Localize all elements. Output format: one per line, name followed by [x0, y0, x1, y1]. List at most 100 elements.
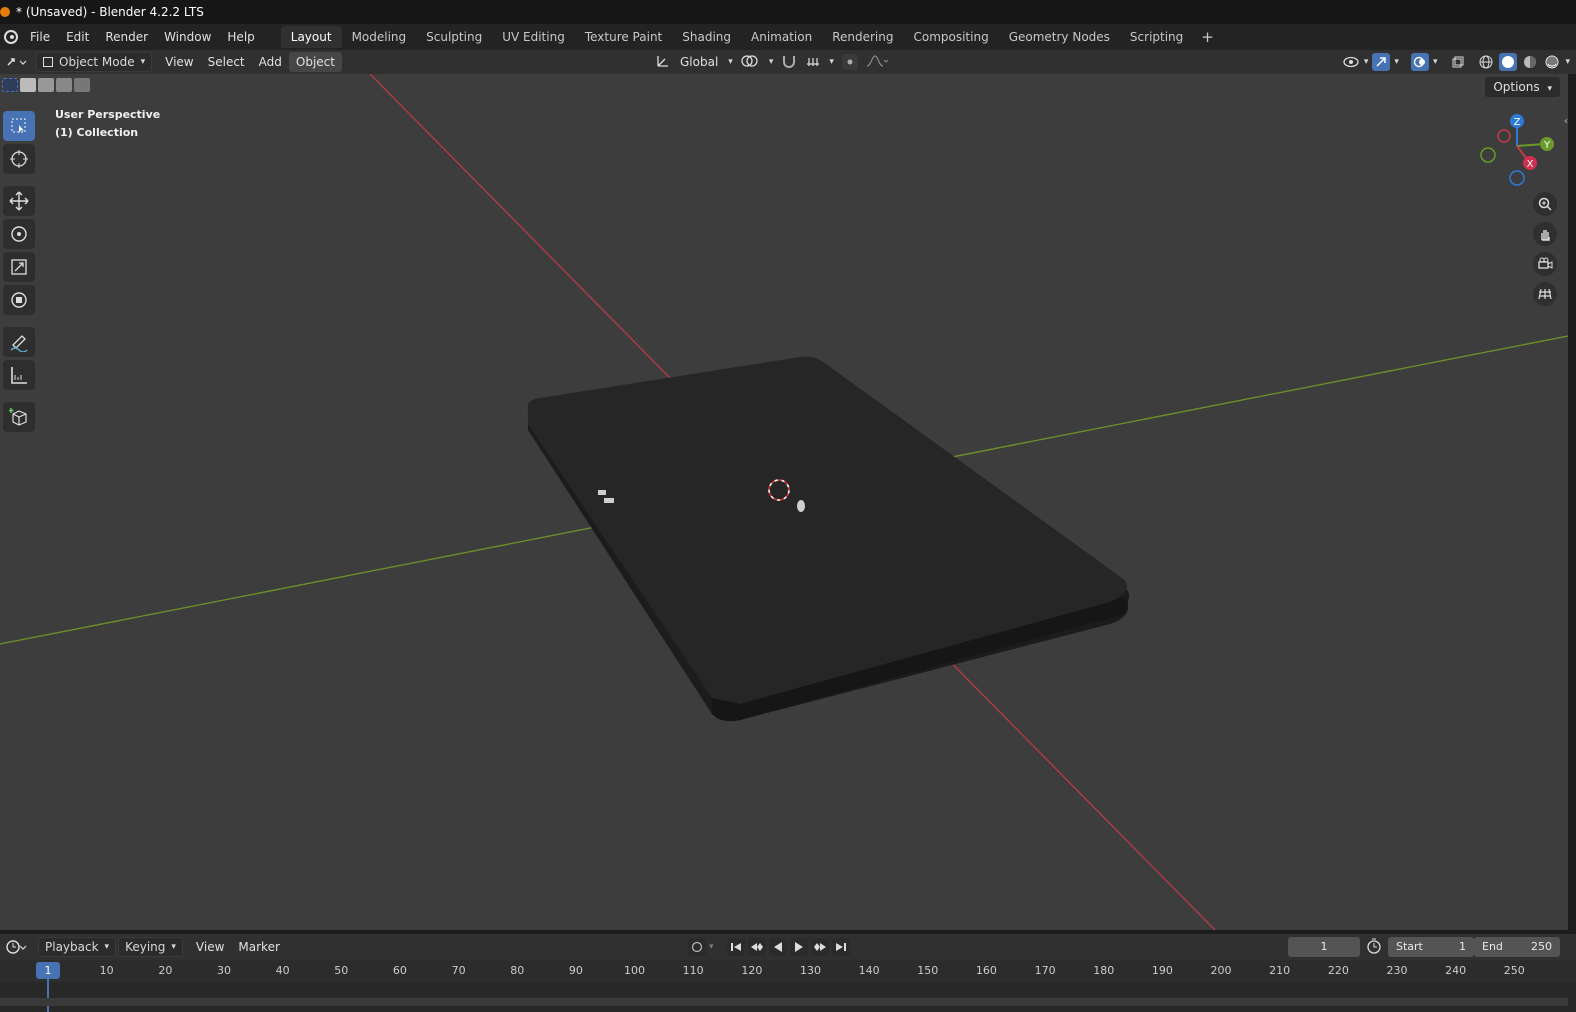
- next-keyframe-icon[interactable]: [810, 938, 829, 956]
- menu-render[interactable]: Render: [97, 26, 156, 48]
- options-dropdown[interactable]: Options ▾: [1485, 77, 1560, 97]
- frame-tick-180: 180: [1093, 964, 1115, 977]
- camera-view-icon[interactable]: [1533, 252, 1557, 276]
- current-frame-value: 1: [1320, 940, 1328, 953]
- timeline-view-menu[interactable]: View: [189, 937, 231, 957]
- playhead-marker[interactable]: 1: [36, 962, 60, 979]
- tab-rendering[interactable]: Rendering: [822, 26, 903, 48]
- tab-modeling[interactable]: Modeling: [342, 26, 417, 48]
- select-subtract-icon[interactable]: [38, 78, 54, 92]
- ortho-grid-icon[interactable]: [1533, 282, 1557, 306]
- timeline-header: Playback ▾ Keying ▾ View Marker ▾ 1 Star…: [0, 934, 1576, 960]
- jump-end-icon[interactable]: [831, 938, 850, 956]
- snap-icon[interactable]: [781, 54, 797, 71]
- add-workspace-icon[interactable]: +: [1193, 28, 1222, 46]
- navigation-gizmo[interactable]: Z Y X: [1474, 112, 1564, 192]
- select-menu[interactable]: Select: [201, 52, 252, 72]
- falloff-icon[interactable]: [866, 54, 890, 71]
- start-frame-field[interactable]: Start 1: [1388, 937, 1474, 957]
- annotate-tool[interactable]: [3, 327, 35, 357]
- select-intersect-icon[interactable]: [74, 78, 90, 92]
- move-tool[interactable]: [3, 186, 35, 216]
- gizmo-toggle-icon[interactable]: [1372, 53, 1391, 71]
- menu-file[interactable]: File: [22, 26, 58, 48]
- 3d-viewport[interactable]: User Perspective (1) Collection Options …: [0, 74, 1568, 930]
- pan-hand-icon[interactable]: [1533, 222, 1557, 246]
- frame-tick-200: 200: [1210, 964, 1232, 977]
- frame-tick-130: 130: [799, 964, 821, 977]
- current-frame-field[interactable]: 1: [1288, 937, 1360, 957]
- mode-dropdown[interactable]: Object Mode ▾: [36, 52, 153, 72]
- viewport-perspective-label: User Perspective: [55, 108, 161, 121]
- measure-tool[interactable]: [3, 360, 35, 390]
- timeline-ruler: 10 20 30 40 50 60 70 80 90 100 110 120 130 140 150 160 1…: [0, 960, 1576, 982]
- playback-dropdown[interactable]: Playback ▾: [38, 937, 117, 957]
- transform-tool[interactable]: [3, 285, 35, 315]
- solid-shading-icon[interactable]: [1499, 53, 1518, 71]
- play-icon[interactable]: [789, 938, 808, 956]
- wireframe-shading-icon[interactable]: [1477, 53, 1495, 71]
- gizmo-y-label: Y: [1543, 140, 1551, 151]
- tab-scripting[interactable]: Scripting: [1120, 26, 1193, 48]
- timeline-marker-menu[interactable]: Marker: [231, 937, 286, 957]
- visibility-icon[interactable]: [1342, 53, 1360, 71]
- scale-tool[interactable]: [3, 252, 35, 282]
- rotate-tool[interactable]: [3, 219, 35, 249]
- prev-keyframe-icon[interactable]: [747, 938, 766, 956]
- stopwatch-icon[interactable]: [1366, 938, 1382, 957]
- tab-sculpting[interactable]: Sculpting: [416, 26, 492, 48]
- zoom-icon[interactable]: [1533, 192, 1557, 216]
- tab-texture-paint[interactable]: Texture Paint: [575, 26, 672, 48]
- keying-dropdown[interactable]: Keying ▾: [118, 937, 183, 957]
- frame-tick-150: 150: [917, 964, 939, 977]
- end-value: 250: [1531, 940, 1552, 953]
- select-box-tool[interactable]: [3, 111, 35, 141]
- menu-edit[interactable]: Edit: [58, 26, 97, 48]
- timeline-editor-icon[interactable]: [4, 938, 30, 956]
- tab-uv-editing[interactable]: UV Editing: [492, 26, 575, 48]
- timeline-area[interactable]: 10 20 30 40 50 60 70 80 90 100 110 120 130 140 150 160 1…: [0, 960, 1576, 1012]
- tab-compositing[interactable]: Compositing: [903, 26, 998, 48]
- view-menu[interactable]: View: [158, 52, 200, 72]
- end-frame-field[interactable]: End 250: [1474, 937, 1560, 957]
- editor-type-icon[interactable]: [4, 53, 30, 71]
- select-extend-icon[interactable]: [20, 78, 36, 92]
- tab-animation[interactable]: Animation: [741, 26, 822, 48]
- tab-shading[interactable]: Shading: [672, 26, 741, 48]
- frame-tick-10: 10: [99, 964, 114, 977]
- overlays-icon[interactable]: [1410, 53, 1429, 71]
- proportional-edit-icon[interactable]: [841, 54, 858, 70]
- chevron-down-icon: ▾: [829, 57, 834, 67]
- material-shading-icon[interactable]: [1521, 53, 1539, 71]
- rendered-shading-icon[interactable]: [1543, 53, 1561, 71]
- timeline-scrollbar[interactable]: [0, 998, 1568, 1006]
- chevron-down-icon: ▾: [709, 942, 714, 952]
- xray-icon[interactable]: [1449, 53, 1467, 71]
- pivot-icon[interactable]: [741, 54, 761, 71]
- tab-geometry-nodes[interactable]: Geometry Nodes: [999, 26, 1120, 48]
- tablet-object[interactable]: [527, 356, 1130, 722]
- tab-layout[interactable]: Layout: [280, 26, 342, 48]
- sidebar-toggle-icon[interactable]: ‹: [1564, 116, 1568, 127]
- select-invert-icon[interactable]: [56, 78, 72, 92]
- frame-tick-250: 250: [1503, 964, 1525, 977]
- cursor-tool[interactable]: [3, 144, 35, 174]
- blender-menu-icon[interactable]: [0, 26, 22, 48]
- orientation-icon: [656, 54, 670, 71]
- frame-tick-70: 70: [451, 964, 466, 977]
- light-object[interactable]: [797, 500, 805, 512]
- menu-help[interactable]: Help: [219, 26, 262, 48]
- object-menu[interactable]: Object: [288, 52, 342, 72]
- select-new-icon[interactable]: [2, 78, 18, 92]
- jump-start-icon[interactable]: [726, 938, 745, 956]
- menu-window[interactable]: Window: [156, 26, 219, 48]
- play-reverse-icon[interactable]: [768, 938, 787, 956]
- auto-keying-icon[interactable]: [688, 938, 706, 956]
- add-cube-tool[interactable]: [3, 402, 35, 432]
- chevron-down-icon: ▾: [140, 57, 146, 67]
- viewport-header: Object Mode ▾ View Select Add Object Glo…: [0, 50, 1576, 74]
- add-menu[interactable]: Add: [252, 52, 289, 72]
- snap-target-icon[interactable]: [805, 54, 821, 71]
- playback-label: Playback: [45, 940, 99, 954]
- orientation-dropdown[interactable]: Global: [678, 52, 720, 72]
